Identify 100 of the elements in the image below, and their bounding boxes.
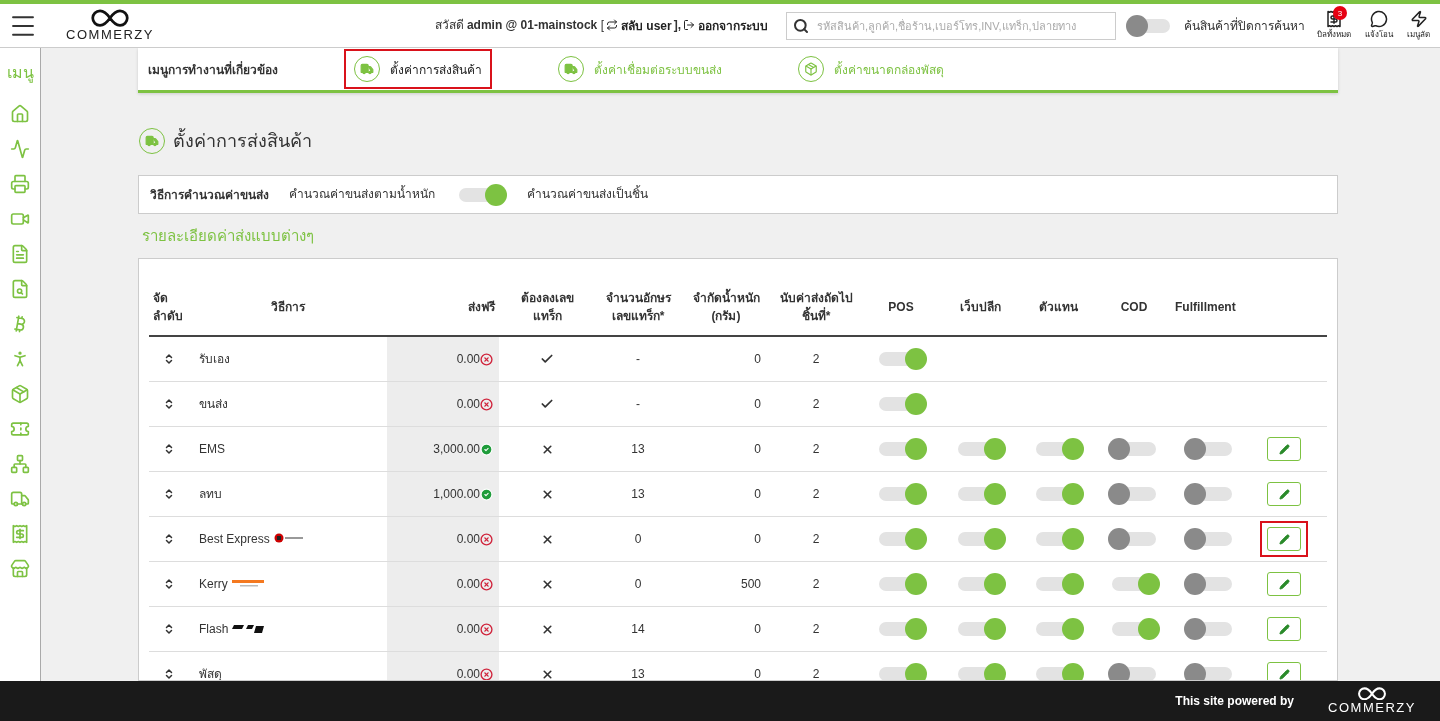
table-cell-text: 13 [631,440,645,458]
edit-button[interactable] [1260,521,1308,557]
table-cell-text: 0 [634,575,642,593]
search-icon [793,17,809,34]
pencil-icon [1278,623,1290,635]
related-menu-link[interactable]: ตั้งค่าการส่งสินค้า [344,49,492,89]
free-threshold: 0.00 [456,622,480,636]
free-threshold: 0.00 [456,577,480,591]
table-cell-text: 14 [631,620,645,638]
swap-icon [605,19,618,32]
table-cell-text: 2 [812,440,820,458]
table-cell-text: 0 [754,440,761,458]
column-header: COD [1119,299,1149,316]
infinity-logo-icon [1357,686,1387,701]
greeting-text: สวัสดี admin @ 01-mainstock [ [434,17,604,35]
box-icon[interactable] [10,384,30,404]
logout-icon [683,19,695,32]
truck-icon [145,133,159,148]
chat-bubble-icon [1370,10,1388,28]
table-cell-text: 2 [812,350,820,368]
shortcut-button[interactable]: เมนูลัด [1405,10,1432,41]
table-cell-text: 2 [812,665,820,680]
option-label: คำนวณค่าขนส่งเป็นชิ้น [527,184,648,204]
infinity-logo-icon [90,8,130,28]
sort-handle-icon[interactable] [163,398,175,410]
table-cell-text: 2 [812,530,820,548]
logo-icon [231,579,264,589]
house-icon[interactable] [10,104,30,124]
truck-icon [564,62,578,76]
printer-icon[interactable] [10,174,30,194]
sort-handle-icon[interactable] [163,443,175,455]
sort-handle-icon[interactable] [163,668,175,680]
pencil-icon [1278,488,1290,500]
method-name: Best Express [199,530,270,548]
free-threshold: 0.00 [456,352,480,366]
truck-icon[interactable] [10,489,30,509]
method-name: Flash [199,620,229,638]
sort-handle-icon[interactable] [163,578,175,590]
brand-name: COMMERZY [1328,700,1416,716]
column-header: ส่งฟรี [467,299,497,316]
column-header: ตัวแทน [1037,299,1079,316]
column-header: จำนวนอักษร เลขแทร็ก* [604,290,672,325]
store-icon[interactable] [10,559,30,579]
sort-handle-icon[interactable] [163,353,175,365]
pencil-icon [1278,668,1290,680]
sort-handle-icon[interactable] [163,533,175,545]
logout-link[interactable]: ออกจากระบบ [683,16,768,35]
powered-by-text: This site powered by [1175,694,1294,708]
table-cell-text: 0 [754,485,761,503]
section-title: รายละเอียดค่าส่งแบบต่างๆ [142,226,315,246]
lightning-icon [1409,10,1428,28]
table-cell-text: 2 [812,485,820,503]
table-cell-text: 0 [754,395,761,413]
table-cell-text: 13 [631,665,645,680]
shortcut-button[interactable]: แจ้งโอน [1363,10,1395,41]
pencil-icon [1278,443,1290,455]
table-cell-text: 0 [754,620,761,638]
calc-method-label: วิธีการคำนวณค่าขนส่ง [150,187,269,204]
table-cell-text: 500 [740,575,761,593]
method-name: ขนส่ง [199,395,228,413]
column-header: จำกัดน้ำหนัก (กรัม) [681,289,771,325]
method-name: ลทบ [199,485,222,503]
box-icon [804,62,818,76]
switch-user-link[interactable]: สลับ user [605,16,672,35]
ticket-icon[interactable] [10,419,30,439]
network-icon[interactable] [10,454,30,474]
related-menu-title: เมนูการทำงานที่เกี่ยวข้อง [148,60,279,79]
document-icon[interactable] [10,244,30,264]
column-header: Fulfillment [1174,299,1237,316]
receipt-icon[interactable] [10,524,30,544]
table-cell-text: 2 [812,575,820,593]
table-cell-text: 0 [754,350,761,368]
table-cell-text: 2 [812,620,820,638]
column-header: จัด ลำดับ [152,290,184,325]
count-badge: 3 [1333,6,1347,20]
sort-handle-icon[interactable] [163,623,175,635]
table-cell-text: 0 [754,665,761,680]
pencil-icon [1278,533,1290,545]
table-cell-text: - [636,350,640,368]
brand-name: COMMERZY [66,27,154,43]
column-header: วิธีการ [270,299,307,316]
search-field[interactable]: รหัสสินค้า,ลูกค้า,ชื่อร้าน,เบอร์โทร,INV,แทร็ก,ปลายทาง [786,11,1116,40]
free-threshold: 0.00 [456,532,480,546]
logo-icon [232,624,265,634]
column-header: ต้องลงเลข แทร็ก [519,290,575,325]
table-cell-text: 2 [812,395,820,413]
file-search-icon[interactable] [10,279,30,299]
pencil-icon [1278,578,1290,590]
table-cell-text: - [636,395,640,413]
method-name: รับเอง [199,350,230,368]
column-header: นับค่าส่งถัดไป ชิ้นที่* [778,290,854,325]
free-threshold: 0.00 [456,397,480,411]
toggle-label: ค้นสินค้าที่ปิดการค้นหา [1184,16,1305,35]
free-threshold: 3,000.00 [433,442,480,456]
free-threshold: 1,000.00 [433,487,480,501]
zigzag-line-icon[interactable] [10,139,30,159]
truck-icon [360,62,374,76]
bracket-text: ], [673,17,681,35]
sort-handle-icon[interactable] [163,488,175,500]
receipt-icon [1325,10,1343,28]
